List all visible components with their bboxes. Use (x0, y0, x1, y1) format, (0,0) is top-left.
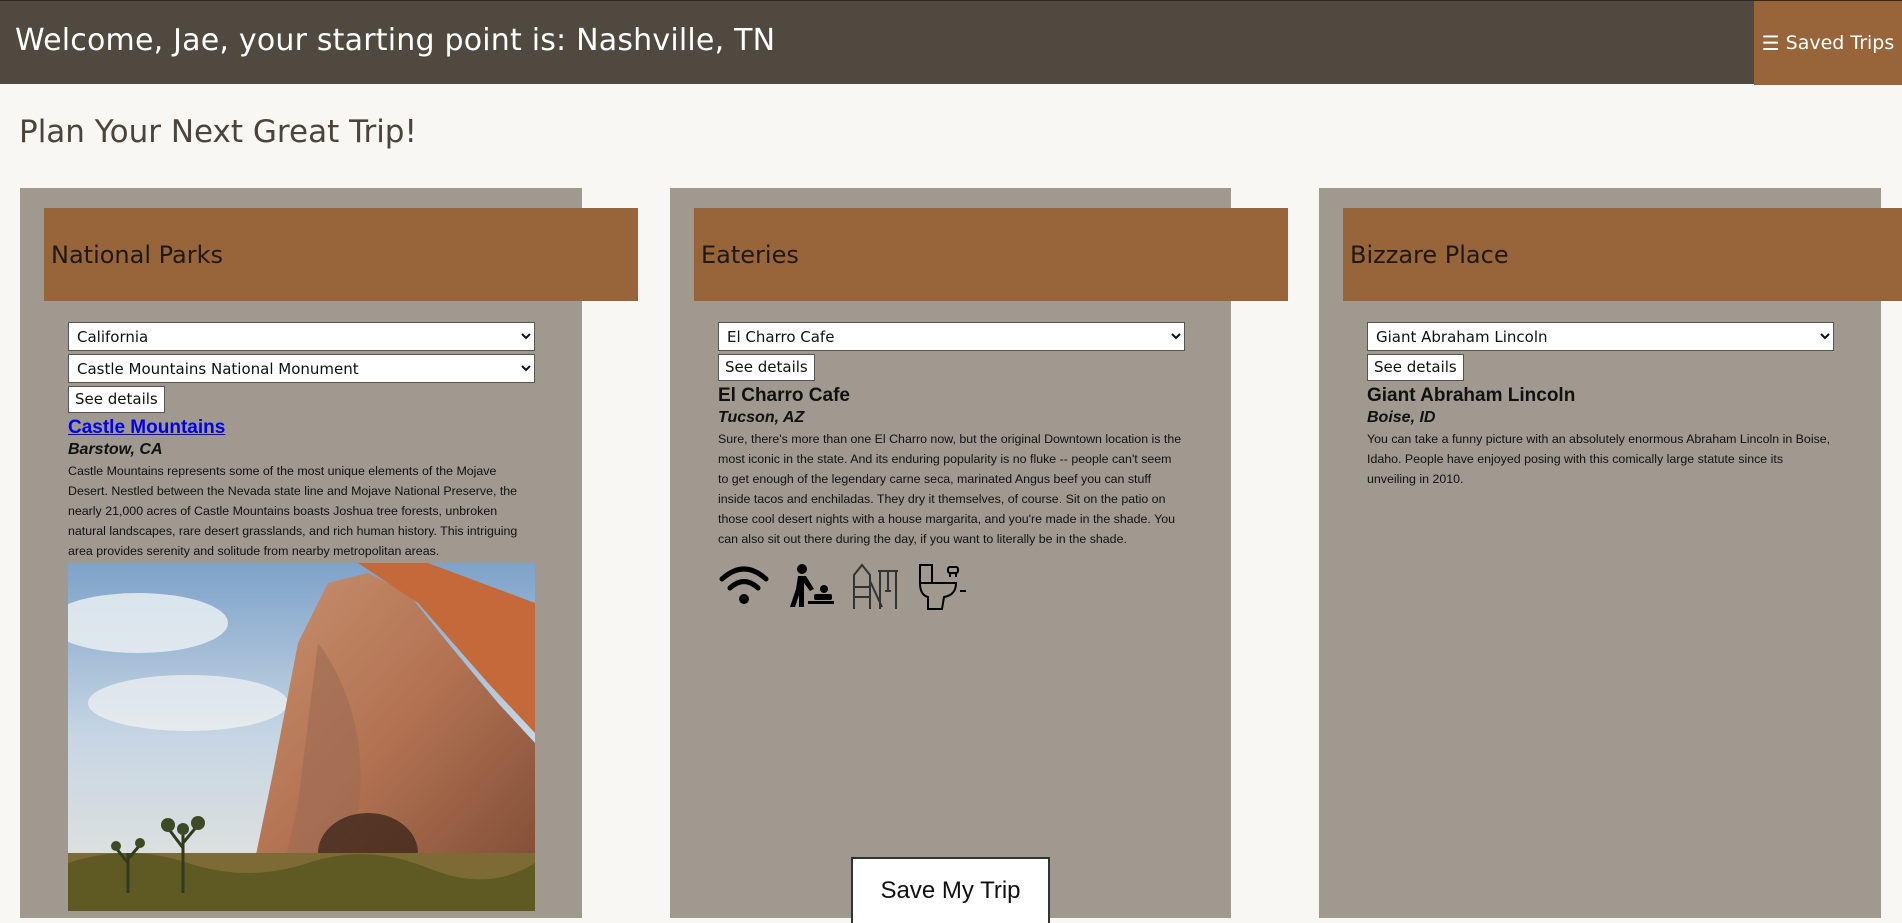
playground-icon (853, 563, 898, 609)
park-description: Castle Mountains represents some of the … (68, 464, 518, 558)
welcome-message: Welcome, Jae, your starting point is: Na… (15, 23, 776, 58)
save-my-trip-button[interactable]: Save My Trip (851, 857, 1050, 923)
top-bar: Welcome, Jae, your starting point is: Na… (0, 0, 1902, 85)
bizarre-place-location: Boise, ID (1367, 409, 1436, 426)
eateries-heading: Eateries (694, 208, 1288, 301)
eatery-title: El Charro Cafe (718, 385, 850, 406)
bizarre-place-card: Bizzare Place Giant Abraham Lincoln See … (1319, 188, 1902, 918)
park-photo (68, 563, 535, 911)
park-location: Barstow, CA (68, 441, 163, 458)
bizarre-see-details-button[interactable]: See details (1367, 354, 1464, 381)
bizarre-place-body: Giant Abraham Lincoln See details Giant … (1367, 322, 1834, 489)
restroom-icon (918, 564, 966, 610)
baby-changing-icon (790, 564, 834, 607)
bizarre-place-select[interactable]: Giant Abraham Lincoln (1367, 322, 1834, 351)
eatery-see-details-button[interactable]: See details (718, 354, 815, 381)
page-title: Plan Your Next Great Trip! (19, 114, 417, 150)
national-parks-body: California Castle Mountains National Mon… (68, 322, 535, 911)
national-parks-card: National Parks California Castle Mountai… (20, 188, 638, 918)
eatery-description: Sure, there's more than one El Charro no… (718, 432, 1182, 546)
state-select[interactable]: California (68, 322, 535, 351)
eateries-body: El Charro Cafe See details El Charro Caf… (718, 322, 1185, 611)
saved-trips-label: Saved Trips (1785, 32, 1895, 54)
park-title-link[interactable]: Castle Mountains (68, 417, 535, 439)
bizarre-place-description: You can take a funny picture with an abs… (1367, 432, 1831, 486)
national-parks-heading: National Parks (44, 208, 638, 301)
wifi-icon (719, 566, 769, 604)
saved-trips-button[interactable]: ☰ Saved Trips (1754, 1, 1902, 85)
amenities-list (718, 561, 1185, 611)
menu-icon: ☰ (1761, 31, 1780, 55)
park-select[interactable]: Castle Mountains National Monument (68, 354, 535, 383)
eatery-select[interactable]: El Charro Cafe (718, 322, 1185, 351)
bizarre-place-title: Giant Abraham Lincoln (1367, 385, 1576, 406)
bizarre-place-heading: Bizzare Place (1343, 208, 1902, 301)
park-photo-illustration (68, 563, 535, 911)
eatery-location: Tucson, AZ (718, 409, 805, 426)
park-see-details-button[interactable]: See details (68, 386, 165, 413)
eateries-card: Eateries El Charro Cafe See details El C… (670, 188, 1288, 918)
